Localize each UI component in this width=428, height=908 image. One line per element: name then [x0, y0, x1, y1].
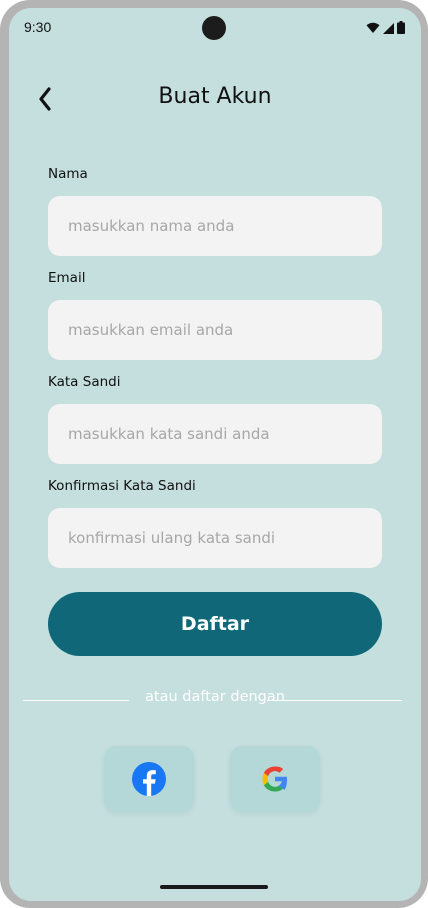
home-indicator: [160, 885, 268, 889]
confirm-password-input[interactable]: [48, 508, 382, 568]
status-icons: [366, 21, 405, 34]
camera-cutout: [202, 16, 226, 40]
google-icon: [262, 766, 287, 792]
confirm-password-label: Konfirmasi Kata Sandi: [48, 478, 196, 494]
register-button[interactable]: Daftar: [48, 592, 382, 656]
password-label: Kata Sandi: [48, 374, 121, 390]
wifi-icon: [366, 22, 380, 33]
facebook-signup-button[interactable]: [104, 746, 194, 812]
password-input[interactable]: [48, 404, 382, 464]
name-input[interactable]: [48, 196, 382, 256]
divider-line-right: [267, 700, 402, 701]
facebook-icon: [132, 762, 166, 796]
app-screen: 9:30 Buat Akun Nama Email Kata San: [9, 8, 421, 901]
device-frame: 9:30 Buat Akun Nama Email Kata San: [0, 0, 428, 908]
divider-text: atau daftar dengan: [145, 689, 285, 705]
status-time: 9:30: [24, 19, 52, 35]
battery-icon: [397, 21, 405, 34]
name-label: Nama: [48, 166, 88, 182]
email-label: Email: [48, 270, 86, 286]
email-input[interactable]: [48, 300, 382, 360]
google-signup-button[interactable]: [230, 746, 320, 812]
page-title: Buat Akun: [158, 84, 272, 109]
signal-icon: [383, 23, 394, 34]
